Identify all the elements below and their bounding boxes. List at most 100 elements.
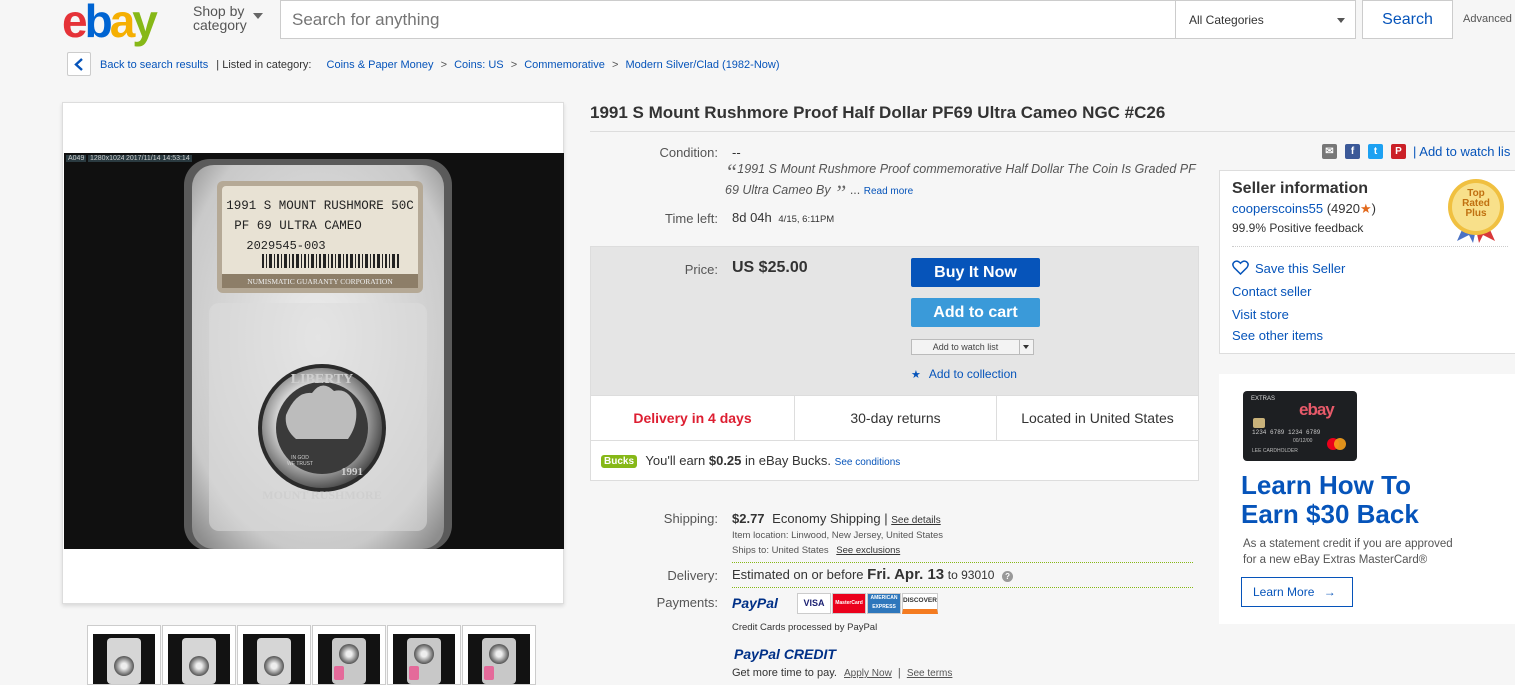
condition-value: --: [732, 145, 741, 160]
search-bar: [280, 0, 1176, 39]
twitter-icon[interactable]: t: [1368, 144, 1383, 159]
ad-subtext: As a statement credit if you are approve…: [1243, 538, 1453, 566]
divider: [732, 562, 1193, 563]
svg-text:LIBERTY: LIBERTY: [291, 372, 354, 387]
thumbnail[interactable]: [162, 625, 236, 685]
divider: [732, 587, 1193, 588]
credit-card-note: Credit Cards processed by PayPal: [732, 622, 878, 633]
heart-icon: [1232, 260, 1249, 278]
add-to-cart-button[interactable]: Add to cart: [911, 298, 1040, 327]
search-button[interactable]: Search: [1362, 0, 1453, 39]
svg-text:1991: 1991: [341, 466, 363, 478]
chevron-down-icon: [1337, 18, 1345, 23]
thumbnail[interactable]: [387, 625, 461, 685]
svg-text:NUMISMATIC GUARANTY CORPORATIO: NUMISMATIC GUARANTY CORPORATION: [247, 277, 393, 286]
payments-label: Payments:: [656, 595, 718, 610]
item-title: 1991 S Mount Rushmore Proof Half Dollar …: [590, 103, 1166, 122]
location-highlight: Located in United States: [1021, 410, 1174, 426]
ebay-logo[interactable]: ebay: [62, 0, 158, 44]
seller-name-link[interactable]: cooperscoins55: [1232, 201, 1323, 216]
breadcrumb-item-coins-us[interactable]: Coins: US: [454, 59, 504, 71]
paypal-credit-logo: PayPal CREDIT: [734, 646, 836, 662]
credit-card-image: EXTRAS ebay 1234 6789 1234 6789 00/12/00…: [1243, 391, 1357, 461]
chevron-down-icon: [1023, 345, 1029, 349]
breadcrumb-separator: >: [611, 59, 619, 71]
svg-text:PF 69 ULTRA CAMEO: PF 69 ULTRA CAMEO: [234, 219, 362, 233]
condition-label: Condition:: [659, 145, 718, 160]
thumbnail[interactable]: [237, 625, 311, 685]
add-to-watch-list-button[interactable]: Add to watch list: [911, 339, 1020, 355]
save-seller-link[interactable]: Save this Seller: [1232, 260, 1345, 278]
back-to-search-link[interactable]: Back to search results: [100, 59, 208, 71]
delivery-estimate: Estimated on or before Fri. Apr. 13 to 9…: [732, 566, 1014, 583]
thumbnail[interactable]: [312, 625, 386, 685]
category-select[interactable]: All Categories: [1175, 0, 1356, 39]
svg-text:1991 S MOUNT RUSHMORE 50C: 1991 S MOUNT RUSHMORE 50C: [226, 199, 414, 213]
condition-description: “1991 S Mount Rushmore Proof commemorati…: [725, 159, 1196, 205]
ships-to: Ships to: United States See exclusions: [732, 545, 901, 556]
contact-seller-link[interactable]: Contact seller: [1232, 284, 1311, 299]
paypal-credit-info: Get more time to pay. Apply Now | See te…: [732, 667, 953, 679]
breadcrumb-item-modern-silver-clad[interactable]: Modern Silver/Clad (1982-Now): [625, 59, 779, 71]
divider: [590, 131, 1515, 132]
time-left-value: 8d 04h 4/15, 6:11PM: [732, 210, 835, 225]
apply-now-link[interactable]: Apply Now: [844, 668, 892, 679]
chip-icon: [1253, 418, 1265, 428]
breadcrumb-item-commemorative[interactable]: Commemorative: [524, 59, 605, 71]
back-button[interactable]: [67, 52, 91, 76]
item-main-image[interactable]: A049 1280x1024 2017/11/14 14:53:14 1991 …: [64, 153, 564, 549]
pinterest-icon[interactable]: P: [1391, 144, 1406, 159]
arrow-right-icon: →: [1323, 585, 1336, 599]
breadcrumb: Back to search results | Listed in categ…: [100, 59, 780, 71]
thumbnail[interactable]: [87, 625, 161, 685]
delivery-highlight: Delivery in 4 days: [633, 410, 752, 426]
chevron-down-icon: [253, 13, 263, 19]
shipping-label: Shipping:: [663, 511, 718, 526]
shop-by-category-button[interactable]: Shop by category: [193, 4, 263, 32]
item-image-panel: A049 1280x1024 2017/11/14 14:53:14 1991 …: [62, 102, 564, 604]
ebay-bucks-info: Bucks You'll earn $0.25 in eBay Bucks. S…: [601, 453, 900, 468]
add-to-watch-list-link[interactable]: | Add to watch lis: [1413, 144, 1510, 159]
see-exclusions-link[interactable]: See exclusions: [836, 545, 900, 556]
watch-list-dropdown[interactable]: [1019, 339, 1034, 355]
facebook-icon[interactable]: f: [1345, 144, 1360, 159]
discover-icon: DISCOVER: [902, 593, 938, 614]
buy-it-now-button[interactable]: Buy It Now: [911, 258, 1040, 287]
amex-icon: AMERICAN EXPRESS: [867, 593, 901, 614]
thumbnail[interactable]: [462, 625, 536, 685]
svg-text:2029545-003: 2029545-003: [246, 239, 325, 253]
help-icon[interactable]: ?: [1002, 571, 1014, 582]
breadcrumb-separator: >: [440, 59, 448, 71]
price-area: Price: US $25.00 Buy It Now Add to cart …: [591, 247, 1198, 395]
header: ebay Shop by category All Categories Sea…: [0, 0, 1515, 44]
price-label: Price:: [684, 262, 718, 277]
see-terms-link[interactable]: See terms: [907, 668, 953, 679]
breadcrumb-item-coins-paper-money[interactable]: Coins & Paper Money: [327, 59, 434, 71]
item-location: Item location: Linwood, New Jersey, Unit…: [732, 530, 944, 541]
bucks-badge: Bucks: [601, 455, 638, 468]
read-more-link[interactable]: Read more: [864, 186, 913, 197]
price-value: US $25.00: [732, 259, 808, 276]
star-icon: ★: [1359, 201, 1372, 216]
ebay-mastercard-ad[interactable]: EXTRAS ebay 1234 6789 1234 6789 00/12/00…: [1219, 374, 1515, 624]
see-conditions-link[interactable]: See conditions: [835, 457, 901, 468]
chevron-left-icon: [74, 58, 83, 71]
listed-in-label: | Listed in category:: [216, 59, 312, 71]
add-to-collection-link[interactable]: ★ Add to collection: [911, 367, 1017, 381]
see-other-items-link[interactable]: See other items: [1232, 328, 1323, 343]
mastercard-icon: MasterCard: [832, 593, 866, 614]
visit-store-link[interactable]: Visit store: [1232, 307, 1289, 322]
svg-text:WE TRUST: WE TRUST: [287, 461, 313, 467]
seller-name-row: cooperscoins55 (4920★): [1232, 201, 1376, 216]
advanced-search-link[interactable]: Advanced: [1463, 13, 1512, 25]
see-details-link[interactable]: See details: [891, 515, 940, 526]
learn-more-button[interactable]: Learn More →: [1241, 577, 1353, 607]
email-icon[interactable]: ✉: [1322, 144, 1337, 159]
purchase-box: Price: US $25.00 Buy It Now Add to cart …: [590, 246, 1199, 481]
coin-slab-illustration: 1991 S MOUNT RUSHMORE 50C PF 69 ULTRA CA…: [184, 159, 452, 549]
ad-headline: Learn How To Earn $30 Back: [1241, 470, 1419, 529]
seller-feedback: 99.9% Positive feedback: [1232, 221, 1364, 235]
seller-heading: Seller information: [1232, 180, 1369, 197]
top-rated-plus-badge: Top Rated Plus: [1443, 177, 1509, 243]
search-input[interactable]: [281, 1, 1175, 38]
